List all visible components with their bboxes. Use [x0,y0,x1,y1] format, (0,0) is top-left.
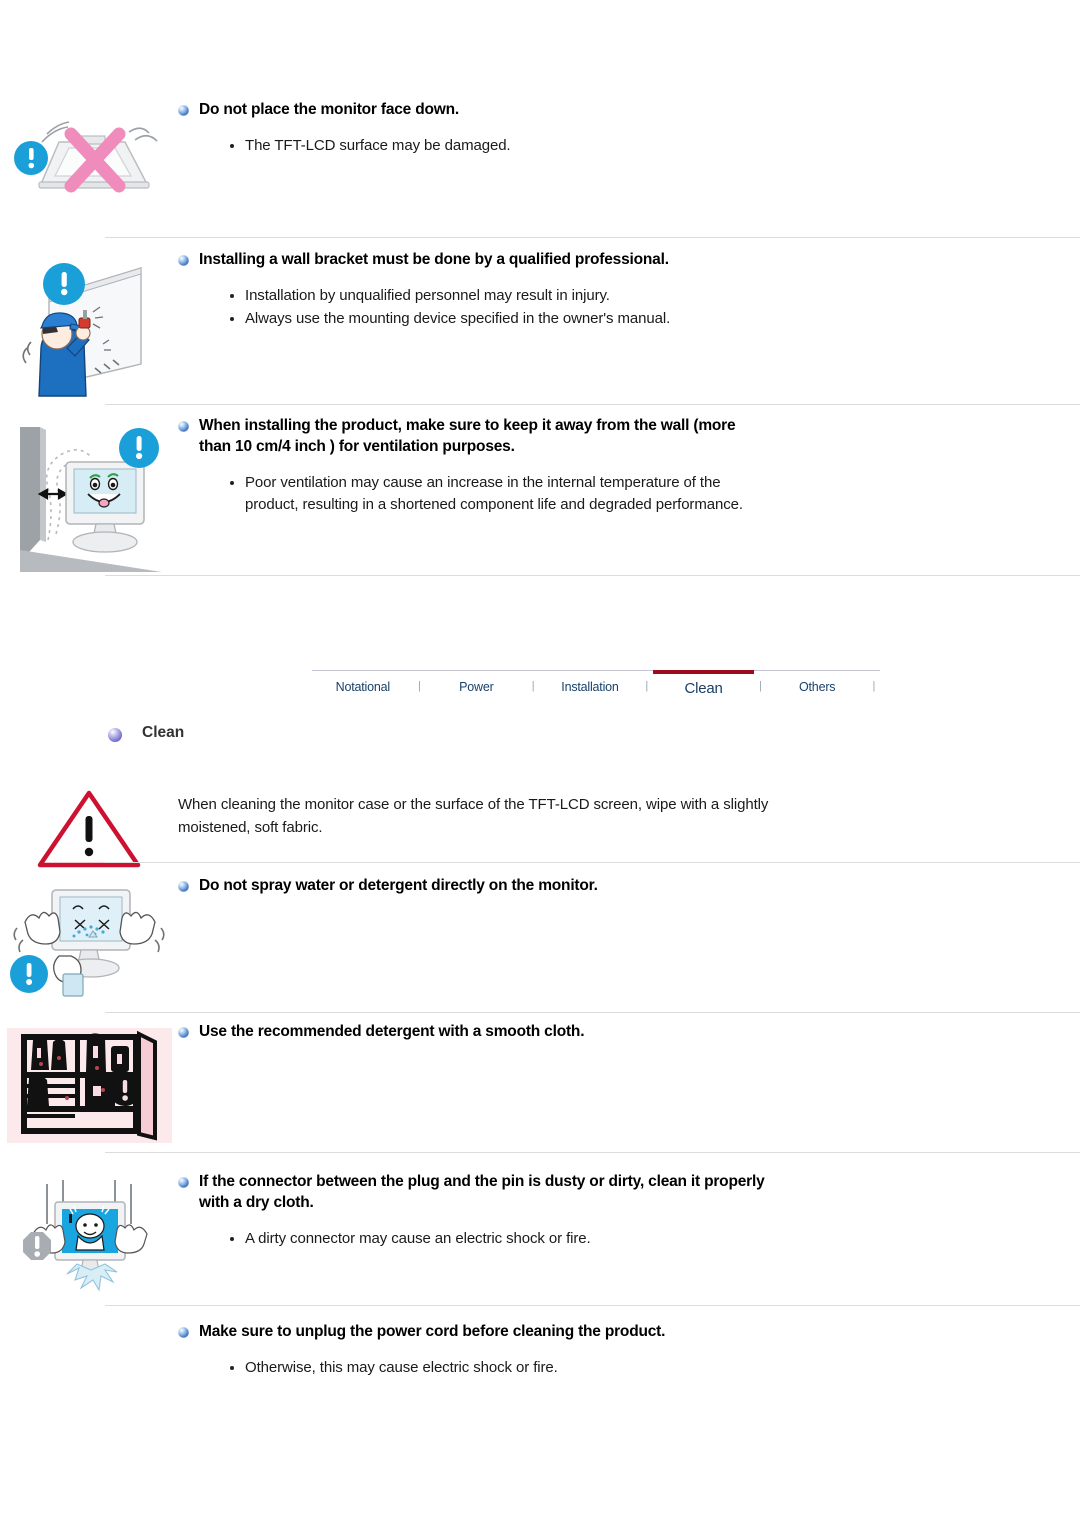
clean-general-paragraph: When cleaning the monitor case or the su… [178,796,769,836]
illustration-detergent-shelf [0,1022,178,1143]
list-item: Always use the mounting device specified… [228,308,1050,330]
section-recommended-detergent: Use the recommended detergent with a smo… [0,1022,1080,1143]
blue-sphere-bullet-icon [178,421,189,432]
tab-separator: | [867,670,880,697]
list-item: Otherwise, this may cause electric shock… [228,1357,1050,1379]
list-item: A dirty connector may cause an electric … [228,1228,1050,1250]
tab-installation[interactable]: Installation [539,670,641,694]
blue-sphere-bullet-icon [178,881,189,892]
heading-row: Make sure to unplug the power cord befor… [178,1322,1050,1343]
section-divider [105,1012,1080,1013]
heading-row: Do not spray water or detergent directly… [178,876,1050,897]
bullet-list: A dirty connector may cause an electric … [228,1228,1050,1250]
blue-sphere-bullet-icon [178,1177,189,1188]
section-face-down: Do not place the monitor face down. The … [0,100,1080,201]
section-divider [105,404,1080,405]
illustration-wall-bracket [0,250,178,406]
warning-triangle-icon [37,790,141,868]
section-heading: Do not spray water or detergent directly… [199,877,598,894]
section-unplug-before-clean: Make sure to unplug the power cord befor… [0,1322,1080,1380]
tab-notational[interactable]: Notational [312,670,414,694]
section-divider [105,1152,1080,1153]
bullet-list: Poor ventilation may cause an increase i… [228,472,748,516]
list-item: The TFT-LCD surface may be damaged. [228,135,1050,157]
list-item: Poor ventilation may cause an increase i… [228,472,748,516]
heading-row: Installing a wall bracket must be done b… [178,250,1050,271]
tab-power[interactable]: Power [425,670,528,694]
heading-row: Use the recommended detergent with a smo… [178,1022,1050,1043]
text-dirty-connector: If the connector between the plug and th… [178,1172,1080,1251]
section-heading: When installing the product, make sure t… [199,417,736,455]
text-no-spray: Do not spray water or detergent directly… [178,876,1080,897]
illustration-warning [0,780,178,871]
text-unplug-before-clean: Make sure to unplug the power cord befor… [178,1322,1080,1380]
purple-sphere-bullet-icon [108,728,122,742]
text-ventilation: When installing the product, make sure t… [178,416,1080,516]
monitor-electric-shock-illustration [22,1180,148,1292]
section-heading: If the connector between the plug and th… [199,1173,765,1211]
section-divider [105,1305,1080,1306]
section-dirty-connector: If the connector between the plug and th… [0,1172,1080,1298]
heading-row: When installing the product, make sure t… [178,416,1050,458]
heading-row: If the connector between the plug and th… [178,1172,1050,1214]
heading-row: Do not place the monitor face down. [178,100,1050,121]
illustration-electric-shock [0,1172,178,1298]
tab-others[interactable]: Others [766,670,868,694]
section-divider [105,862,1080,863]
illustration-no-spray [0,876,178,1000]
cleaning-supplies-shelf-illustration [6,1028,172,1143]
blue-sphere-bullet-icon [178,105,189,116]
list-item: Installation by unqualified personnel ma… [228,285,1050,307]
section-divider [105,237,1080,238]
bullet-list: Otherwise, this may cause electric shock… [228,1357,1050,1379]
tab-clean[interactable]: Clean [652,670,755,697]
manual-page: Do not place the monitor face down. The … [0,0,1080,1528]
clean-section-header: Clean [108,724,184,742]
tab-separator: | [754,670,767,697]
tab-separator: | [527,670,540,697]
tab-separator: | [413,670,426,697]
text-clean-general: When cleaning the monitor case or the su… [178,780,1080,839]
tab-navigation[interactable]: Notational | Power | Installation | Clea… [312,670,880,697]
bullet-list: The TFT-LCD surface may be damaged. [228,135,1050,157]
worker-installing-wall-bracket-illustration [22,263,142,397]
blue-sphere-bullet-icon [178,1027,189,1038]
section-heading: Installing a wall bracket must be done b… [199,251,669,268]
blue-sphere-bullet-icon [178,1327,189,1338]
text-recommended-detergent: Use the recommended detergent with a smo… [178,1022,1080,1043]
text-face-down: Do not place the monitor face down. The … [178,100,1080,158]
monitor-face-down-prohibited-illustration [14,121,158,193]
section-divider [105,575,1080,576]
section-heading: Use the recommended detergent with a smo… [199,1023,585,1040]
illustration-ventilation [0,416,178,577]
bullet-list: Installation by unqualified personnel ma… [228,285,1050,330]
section-ventilation: When installing the product, make sure t… [0,416,1080,577]
tab-separator: | [640,670,653,697]
clean-header-label: Clean [142,724,185,741]
illustration-placeholder [0,1322,178,1328]
monitor-sprayed-with-water-illustration [9,889,165,997]
text-wall-bracket: Installing a wall bracket must be done b… [178,250,1080,330]
blue-sphere-bullet-icon [178,255,189,266]
illustration-monitor-face-down [0,100,178,201]
section-heading: Do not place the monitor face down. [199,101,459,118]
section-heading: Make sure to unplug the power cord befor… [199,1323,666,1340]
monitor-spaced-from-wall-illustration [19,427,162,572]
section-no-spray: Do not spray water or detergent directly… [0,876,1080,1000]
section-wall-bracket: Installing a wall bracket must be done b… [0,250,1080,406]
section-clean-general: When cleaning the monitor case or the su… [0,780,1080,871]
